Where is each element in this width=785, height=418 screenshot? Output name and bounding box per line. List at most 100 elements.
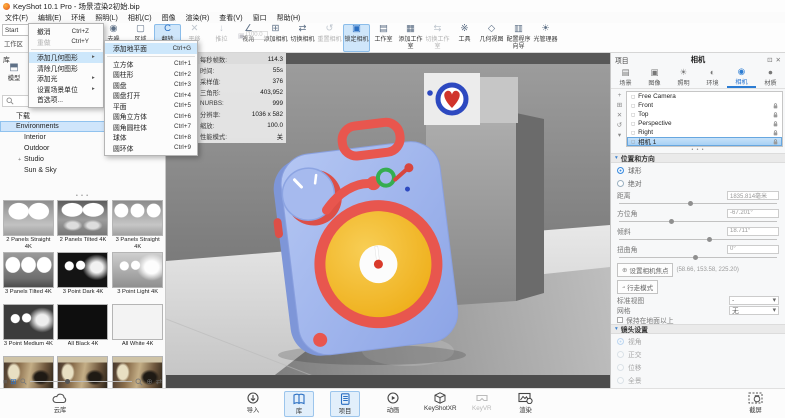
- toolbar-button[interactable]: ▤ 工作室: [370, 24, 397, 52]
- field-slider[interactable]: [619, 236, 777, 243]
- panel-resize-handle[interactable]: • • •: [0, 193, 165, 199]
- standard-view-dropdown[interactable]: -▾: [729, 296, 779, 305]
- menu-item[interactable]: 相机(C): [123, 13, 157, 23]
- project-tab[interactable]: ◉ 相机: [727, 66, 756, 88]
- field-slider[interactable]: [619, 200, 777, 207]
- camera-list-row[interactable]: ◻ Free Camera: [627, 92, 782, 101]
- menu-item[interactable]: 照明(L): [90, 13, 123, 23]
- edit-menu-item[interactable]: 清除几何图形: [29, 63, 103, 74]
- toolbar-button[interactable]: ▥ 配置程序向导: [505, 24, 532, 52]
- render-button[interactable]: 渲染: [518, 392, 533, 414]
- geometry-menu-item[interactable]: 平面 Ctrl+5: [105, 101, 197, 112]
- save-camera-icon[interactable]: ▾: [618, 131, 621, 139]
- field-input[interactable]: -67.201°: [727, 209, 779, 218]
- toolbar-button[interactable]: ⇄ 切换相机: [289, 24, 316, 52]
- edit-menu-item[interactable]: 设置场景单位 ▸: [29, 84, 103, 95]
- field-input[interactable]: 0°: [727, 245, 779, 254]
- project-tab[interactable]: ☀ 照明: [669, 66, 698, 88]
- slider-handle[interactable]: [669, 219, 674, 224]
- menu-item[interactable]: 窗口: [248, 13, 272, 23]
- geometry-menu-item[interactable]: 添加地平面 Ctrl+G: [105, 43, 197, 54]
- project-tab[interactable]: ● 材质: [756, 66, 785, 88]
- toolbar-button[interactable]: ▣ 锁定相机: [343, 24, 370, 52]
- slider-handle[interactable]: [693, 255, 698, 260]
- environment-thumbnail[interactable]: 3 Panels Tilted 4K: [2, 252, 55, 304]
- panel-resize-handle[interactable]: • • •: [611, 147, 785, 153]
- geometry-menu-item[interactable]: 球体 Ctrl+8: [105, 132, 197, 143]
- screenshot-button[interactable]: 截屏: [748, 392, 763, 414]
- project-tab[interactable]: ▣ 图像: [640, 66, 669, 88]
- import-button[interactable]: 导入: [246, 392, 260, 414]
- slider-handle[interactable]: [688, 201, 693, 206]
- edit-menu-item[interactable]: 首选项...: [29, 94, 103, 105]
- environment-thumbnail[interactable]: 3 Point Light 4K: [111, 252, 164, 304]
- toolbar-button[interactable]: ◇ 几何视图: [478, 24, 505, 52]
- library-tree-item[interactable]: Sun & Sky: [0, 165, 165, 176]
- keyvr-button[interactable]: KeyVR: [472, 392, 492, 412]
- toolbar-button[interactable]: ⇆ 切换工作室: [424, 24, 451, 52]
- camera-value-input[interactable]: 100.0: [246, 31, 268, 40]
- cloud-library-button[interactable]: 云库: [52, 392, 68, 414]
- geometry-menu-item[interactable]: [107, 56, 195, 57]
- edit-menu-item[interactable]: 重做 Ctrl+Y: [29, 37, 103, 48]
- grid-view-icon[interactable]: ⊞: [10, 377, 16, 386]
- lens-mode-radio[interactable]: 全景: [611, 373, 785, 386]
- environment-thumbnail[interactable]: 2 Panels Tilted 4K: [57, 200, 110, 252]
- camera-list-row[interactable]: ◻ Perspective: [627, 119, 782, 128]
- geometry-menu-item[interactable]: 圆柱形 Ctrl+2: [105, 69, 197, 80]
- toolbar-button[interactable]: ↓ 推拉: [208, 24, 235, 52]
- menu-item[interactable]: 编辑(E): [33, 13, 66, 23]
- toolbar-button[interactable]: ※ 工具: [451, 24, 478, 52]
- menu-item[interactable]: 环境: [66, 13, 90, 23]
- environment-thumbnail[interactable]: All White 4K: [111, 304, 164, 356]
- lock-icon[interactable]: [773, 139, 778, 145]
- thumbnail-size-slider[interactable]: [30, 381, 133, 382]
- environment-thumbnail[interactable]: 2 Panels Straight 4K: [2, 200, 55, 252]
- walk-mode-button[interactable]: ⟓行走模式: [617, 280, 658, 294]
- reset-camera-icon[interactable]: ↺: [617, 121, 622, 129]
- close-icon[interactable]: ✕: [776, 56, 781, 64]
- edit-menu-item[interactable]: [31, 49, 101, 50]
- library-category-models[interactable]: ⬒ 模型: [2, 62, 26, 82]
- lens-mode-radio[interactable]: 位移: [611, 360, 785, 373]
- position-section-header[interactable]: ▾ 位置和方向: [611, 153, 785, 163]
- environment-thumbnail[interactable]: 3 Point Dark 4K: [57, 252, 110, 304]
- geometry-menu-item[interactable]: 立方体 Ctrl+1: [105, 59, 197, 70]
- delete-camera-icon[interactable]: ✕: [617, 111, 622, 119]
- menu-item[interactable]: 查看(V): [214, 13, 247, 23]
- lock-icon[interactable]: [773, 112, 778, 118]
- list-view-icon[interactable]: ≡: [3, 377, 7, 386]
- library-toggle-button[interactable]: 库: [284, 391, 314, 417]
- edit-menu-item[interactable]: 添加几何图形 ▸: [29, 52, 103, 63]
- grid-dropdown[interactable]: 无▾: [729, 306, 779, 315]
- slider-handle[interactable]: [65, 379, 70, 384]
- camera-list-row[interactable]: ◻ Front: [627, 101, 782, 110]
- lens-mode-radio[interactable]: 正交: [611, 347, 785, 360]
- lens-mode-radio[interactable]: 视角: [611, 334, 785, 347]
- environment-thumbnail[interactable]: All Black 4K: [57, 304, 110, 356]
- environment-thumbnail[interactable]: 3 Panels Straight 4K: [111, 200, 164, 252]
- undock-icon[interactable]: ⊡: [767, 56, 772, 64]
- sync-icon[interactable]: ⇄: [156, 377, 162, 386]
- camera-list-row[interactable]: ◻ Top: [627, 110, 782, 119]
- lock-icon[interactable]: [773, 130, 778, 136]
- toolbar-button[interactable]: ↺ 重置相机: [316, 24, 343, 52]
- lens-section-header[interactable]: ▾ 镜头设置: [611, 324, 785, 334]
- camera-list-row[interactable]: ◻ 相机 1: [627, 137, 782, 146]
- set-camera-focus-button[interactable]: ⊕设置相机焦点: [617, 263, 673, 277]
- environment-thumbnail[interactable]: 3 Point Medium 4K: [2, 304, 55, 356]
- edit-menu-item[interactable]: 添加光 ▸: [29, 73, 103, 84]
- geometry-menu-item[interactable]: 圆角圆柱体 Ctrl+7: [105, 122, 197, 133]
- render-viewport[interactable]: 每秒帧数: 114.3 时间: 55s 采样值: 376 三角形: 403,95…: [166, 53, 610, 388]
- geometry-menu-item[interactable]: 圆盘 Ctrl+3: [105, 80, 197, 91]
- geometry-menu-item[interactable]: 圆环体 Ctrl+9: [105, 143, 197, 154]
- menu-item[interactable]: 渲染(R): [181, 13, 215, 23]
- field-slider[interactable]: [619, 254, 777, 261]
- field-slider[interactable]: [619, 218, 777, 225]
- menu-item[interactable]: 图像: [157, 13, 181, 23]
- zoom-in-icon[interactable]: [135, 378, 143, 386]
- project-tab[interactable]: ◐ 环境: [698, 66, 727, 88]
- project-toggle-button[interactable]: 项目: [330, 391, 360, 417]
- slider-handle[interactable]: [707, 237, 712, 242]
- add-camera-icon[interactable]: +: [618, 92, 622, 99]
